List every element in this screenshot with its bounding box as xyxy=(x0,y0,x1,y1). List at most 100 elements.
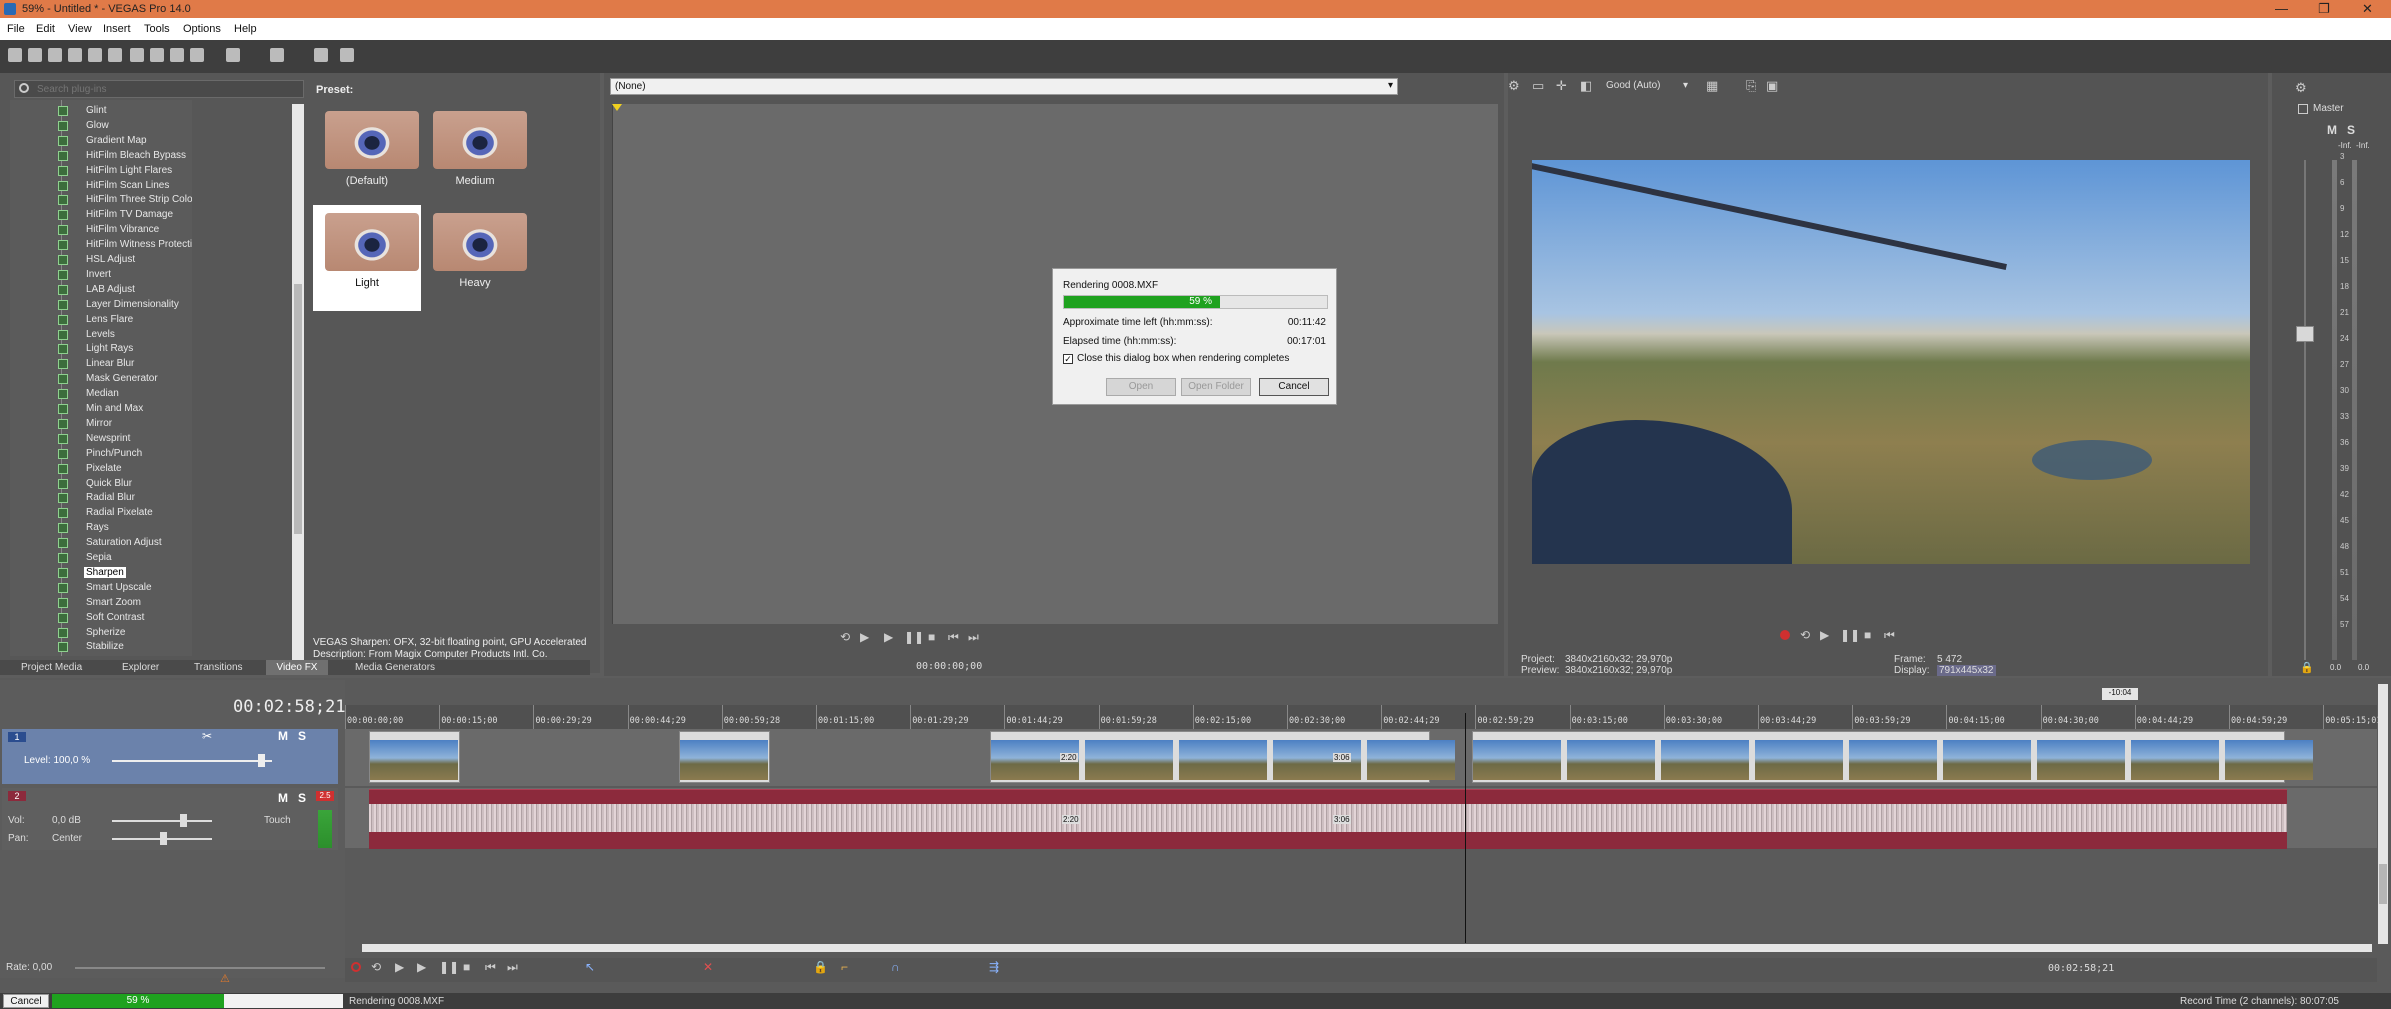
plugin-item[interactable]: LAB Adjust xyxy=(10,283,190,298)
stop-icon[interactable]: ■ xyxy=(928,630,935,644)
plugin-item[interactable]: Rays xyxy=(10,521,190,536)
save-icon[interactable] xyxy=(48,48,62,62)
plugin-item[interactable]: HitFilm Light Flares xyxy=(10,164,190,179)
video-clip[interactable] xyxy=(1472,731,2313,783)
menu-options[interactable]: Options xyxy=(183,23,221,35)
plugin-item[interactable]: Sepia xyxy=(10,551,190,566)
tab-explorer[interactable]: Explorer xyxy=(122,662,159,673)
plugin-item[interactable]: HitFilm Witness Protection xyxy=(10,238,192,253)
minimize-button[interactable]: — xyxy=(2275,1,2288,16)
preview-settings-gear-icon[interactable]: ⚙ xyxy=(1508,78,1520,94)
plugin-item[interactable]: Pinch/Punch xyxy=(10,447,190,462)
copy-icon[interactable] xyxy=(170,48,184,62)
video-mute-button[interactable]: M xyxy=(278,729,288,743)
loop-icon[interactable]: ⟲ xyxy=(840,630,850,644)
loop-icon[interactable]: ⟲ xyxy=(1800,628,1810,642)
menu-edit[interactable]: Edit xyxy=(36,23,55,35)
lock-icon[interactable]: 🔒 xyxy=(2300,661,2314,674)
preview-quality-dropdown[interactable]: Good (Auto) xyxy=(1606,80,1660,91)
plugin-item[interactable]: Spherize xyxy=(10,626,190,641)
plugin-item[interactable]: Lens Flare xyxy=(10,313,190,328)
audio-track-header[interactable]: 2 Vol: 0,0 dB Pan: Center Touch M S 2.5 xyxy=(2,788,338,850)
scrollbar-thumb[interactable] xyxy=(2379,864,2387,904)
plugin-item[interactable]: Quick Blur xyxy=(10,477,190,492)
plugin-item[interactable]: Mirror xyxy=(10,417,190,432)
whats-this-help-icon[interactable] xyxy=(340,48,354,62)
level-slider-track[interactable] xyxy=(112,760,272,762)
menu-help[interactable]: Help xyxy=(234,23,257,35)
master-solo-button[interactable]: S xyxy=(2347,123,2355,137)
preset-light[interactable]: Light xyxy=(313,205,421,311)
level-slider-handle[interactable] xyxy=(258,754,265,767)
video-clip[interactable] xyxy=(679,731,770,783)
menu-file[interactable]: File xyxy=(7,23,25,35)
properties-icon[interactable] xyxy=(108,48,122,62)
marker-icon[interactable]: ⌐ xyxy=(841,960,848,974)
plugin-item[interactable]: Median xyxy=(10,387,190,402)
pause-icon[interactable]: ❚❚ xyxy=(439,960,459,974)
master-fader-handle[interactable] xyxy=(2296,326,2314,342)
record-icon[interactable] xyxy=(351,962,361,972)
redo-icon[interactable] xyxy=(270,48,284,62)
plugin-item[interactable]: HitFilm TV Damage xyxy=(10,208,190,223)
play-from-start-icon[interactable]: ▶ xyxy=(860,630,869,644)
preset-medium[interactable]: Medium xyxy=(421,103,529,209)
close-when-done-checkbox[interactable]: ✓ xyxy=(1063,354,1073,364)
plugin-item[interactable]: HitFilm Vibrance xyxy=(10,223,190,238)
grid-overlay-icon[interactable]: ▦ xyxy=(1706,78,1718,94)
go-to-end-icon[interactable]: ⏭ xyxy=(507,960,518,975)
go-to-end-icon[interactable]: ⏭ xyxy=(968,630,979,645)
trimmer-media-dropdown[interactable]: (None) ▾ xyxy=(610,78,1398,95)
plugin-item[interactable]: Linear Blur xyxy=(10,357,190,372)
open-icon[interactable] xyxy=(28,48,42,62)
plugin-item[interactable]: Glint xyxy=(10,104,190,119)
stop-icon[interactable]: ■ xyxy=(463,960,470,974)
undo-icon[interactable] xyxy=(226,48,240,62)
render-as-icon[interactable] xyxy=(88,48,102,62)
automation-mode[interactable]: Touch xyxy=(264,815,291,826)
save-snapshot-icon[interactable]: ▣ xyxy=(1766,78,1778,94)
delete-icon[interactable]: ✕ xyxy=(703,960,713,974)
tab-video-fx[interactable]: Video FX xyxy=(266,660,328,675)
tab-transitions[interactable]: Transitions xyxy=(194,662,243,673)
tab-project-media[interactable]: Project Media xyxy=(21,662,82,673)
snapping-icon[interactable]: ∩ xyxy=(891,960,900,974)
go-to-start-icon[interactable]: ⏮ xyxy=(1884,628,1895,643)
plugin-item[interactable]: Glow xyxy=(10,119,190,134)
mixer-settings-gear-icon[interactable]: ⚙ xyxy=(2295,80,2307,96)
scrollbar-thumb[interactable] xyxy=(294,284,302,534)
plugin-search-input[interactable] xyxy=(37,82,297,96)
plugin-item[interactable]: Radial Blur xyxy=(10,491,190,506)
plugin-manager-icon[interactable] xyxy=(314,48,328,62)
volume-slider-track[interactable] xyxy=(112,820,212,822)
video-solo-button[interactable]: S xyxy=(298,729,306,743)
play-icon[interactable]: ▶ xyxy=(884,630,893,644)
plugin-item[interactable]: Invert xyxy=(10,268,190,283)
paste-icon[interactable] xyxy=(190,48,204,62)
copy-snapshot-icon[interactable]: ⎘ xyxy=(1746,78,1756,94)
settings-gear-icon[interactable] xyxy=(130,48,144,62)
plugin-item[interactable]: Pixelate xyxy=(10,462,190,477)
cancel-render-button[interactable]: Cancel xyxy=(1259,378,1329,396)
playhead-cursor[interactable] xyxy=(1465,713,1466,943)
loop-icon[interactable]: ⟲ xyxy=(371,960,381,974)
menu-tools[interactable]: Tools xyxy=(144,23,170,35)
new-project-icon[interactable] xyxy=(8,48,22,62)
record-icon[interactable] xyxy=(1780,630,1790,640)
volume-slider-handle[interactable] xyxy=(180,814,187,827)
save-as-icon[interactable] xyxy=(68,48,82,62)
open-button[interactable]: Open xyxy=(1106,378,1176,396)
preset-default[interactable]: (Default) xyxy=(313,103,421,209)
open-folder-button[interactable]: Open Folder xyxy=(1181,378,1251,396)
plugin-item[interactable]: HitFilm Scan Lines xyxy=(10,179,190,194)
master-mute-button[interactable]: M xyxy=(2327,123,2337,137)
plugin-tree-scrollbar[interactable] xyxy=(292,104,304,660)
normal-edit-tool-icon[interactable]: ↖ xyxy=(585,960,595,974)
plugin-item[interactable]: Min and Max xyxy=(10,402,190,417)
overlays-icon[interactable]: ◧ xyxy=(1580,78,1592,94)
timeline-horizontal-scrollbar[interactable] xyxy=(362,944,2372,952)
cut-icon[interactable] xyxy=(150,48,164,62)
video-track-header[interactable]: 1 Level: 100,0 % ✂ M S xyxy=(2,729,338,784)
pause-icon[interactable]: ❚❚ xyxy=(904,630,924,644)
menu-insert[interactable]: Insert xyxy=(103,23,131,35)
